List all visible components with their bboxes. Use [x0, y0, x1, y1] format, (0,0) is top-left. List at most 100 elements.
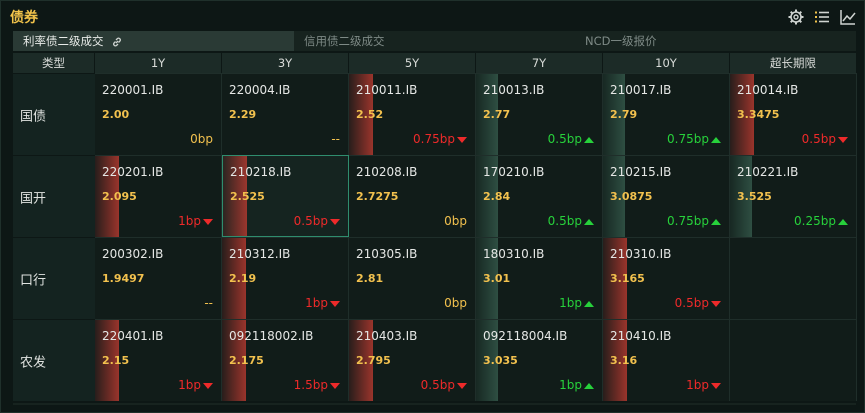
bond-code: 092118002.IB	[229, 329, 314, 343]
bond-cell[interactable]: 220001.IB 2.00 0bp	[95, 73, 222, 155]
arrow-up-icon	[584, 218, 594, 225]
bond-yield: 2.7275	[356, 190, 399, 203]
bond-cell[interactable]: 210305.IB 2.81 0bp	[349, 237, 476, 319]
arrow-down-icon	[838, 136, 848, 143]
tab-label: 信用债二级成交	[304, 34, 385, 48]
bond-yield: 2.795	[356, 354, 391, 367]
bond-cell[interactable]: 200302.IB 1.9497 --	[95, 237, 222, 319]
bond-yield: 2.77	[483, 108, 511, 121]
bond-change: 1bp	[178, 378, 213, 392]
bond-cell[interactable]: 210221.IB 3.525 0.25bp	[730, 155, 857, 237]
bond-cell[interactable]: 210403.IB 2.795 0.5bp	[349, 319, 476, 401]
change-value: 1bp	[559, 378, 582, 392]
bond-cell[interactable]: 210014.IB 3.3475 0.5bp	[730, 73, 857, 155]
bond-change: --	[331, 132, 340, 146]
bond-cell[interactable]: 210215.IB 3.0875 0.75bp	[603, 155, 730, 237]
change-value: 1bp	[178, 214, 201, 228]
change-value: --	[204, 296, 213, 310]
bond-code: 220001.IB	[102, 83, 164, 97]
bond-yield: 2.84	[483, 190, 511, 203]
bond-change: 0.5bp	[548, 132, 594, 146]
bond-cell[interactable]: 210017.IB 2.79 0.75bp	[603, 73, 730, 155]
bond-cell[interactable]: 210011.IB 2.52 0.75bp	[349, 73, 476, 155]
bond-yield: 3.16	[610, 354, 638, 367]
arrow-down-icon	[457, 136, 467, 143]
row-label: 国债	[13, 73, 95, 155]
bond-cell	[730, 237, 857, 319]
bond-change: 1bp	[178, 214, 213, 228]
tab-bar: 利率债二级成交 信用债二级成交 NCD一级报价	[13, 31, 856, 51]
bond-code: 210013.IB	[483, 83, 545, 97]
bond-cell[interactable]: 220201.IB 2.095 1bp	[95, 155, 222, 237]
column-header[interactable]: 1Y	[95, 53, 222, 73]
change-value: 1bp	[178, 378, 201, 392]
bond-yield: 3.3475	[737, 108, 780, 121]
column-header[interactable]: 5Y	[349, 53, 476, 73]
tab-rate-bond-secondary[interactable]: 利率债二级成交	[13, 31, 294, 51]
bond-change: 1bp	[559, 296, 594, 310]
bond-yield: 3.165	[610, 272, 645, 285]
bond-code: 180310.IB	[483, 247, 545, 261]
bond-cell[interactable]: 210218.IB 2.525 0.5bp	[222, 155, 349, 237]
change-value: 0.5bp	[547, 214, 582, 228]
bond-yield: 3.01	[483, 272, 511, 285]
bottom-divider	[13, 403, 856, 405]
bond-cell[interactable]: 092118004.IB 3.035 1bp	[476, 319, 603, 401]
change-value: 0bp	[190, 132, 213, 146]
bond-yield: 3.035	[483, 354, 518, 367]
bond-code: 210017.IB	[610, 83, 672, 97]
panel-title: 债券	[10, 10, 38, 26]
change-value: --	[331, 132, 340, 146]
bond-cell[interactable]: 210208.IB 2.7275 0bp	[349, 155, 476, 237]
bond-yield: 2.15	[102, 354, 130, 367]
bond-cell[interactable]: 180310.IB 3.01 1bp	[476, 237, 603, 319]
row-label: 农发	[13, 319, 95, 401]
bond-panel: 债券 利率债二级成交 信用债二级成交 NCD一级报价 类型 1Y 3Y 5Y 7…	[0, 0, 865, 413]
column-header[interactable]: 10Y	[603, 53, 730, 73]
row-label: 国开	[13, 155, 95, 237]
row-label: 口行	[13, 237, 95, 319]
list-icon[interactable]	[814, 9, 830, 25]
bond-cell[interactable]: 220401.IB 2.15 1bp	[95, 319, 222, 401]
bond-code: 092118004.IB	[483, 329, 568, 343]
bond-cell[interactable]: 210312.IB 2.19 1bp	[222, 237, 349, 319]
arrow-up-icon	[584, 136, 594, 143]
bond-yield: 3.525	[737, 190, 772, 203]
bond-change: 1bp	[686, 378, 721, 392]
arrow-down-icon	[203, 382, 213, 389]
arrow-up-icon	[584, 382, 594, 389]
link-icon[interactable]	[111, 36, 123, 48]
bond-code: 210218.IB	[230, 165, 292, 179]
bond-code: 210208.IB	[356, 165, 418, 179]
arrow-down-icon	[330, 300, 340, 307]
change-value: 0.75bp	[667, 132, 709, 146]
arrow-down-icon	[457, 382, 467, 389]
chart-icon[interactable]	[840, 9, 856, 25]
column-header[interactable]: 7Y	[476, 53, 603, 73]
tab-credit-bond-secondary[interactable]: 信用债二级成交	[294, 31, 575, 51]
gear-icon[interactable]	[788, 9, 804, 25]
bond-code: 210215.IB	[610, 165, 672, 179]
bond-change: 1.5bp	[294, 378, 340, 392]
bond-cell[interactable]: 220004.IB 2.29 --	[222, 73, 349, 155]
bond-change: 0.75bp	[667, 132, 721, 146]
bond-cell[interactable]: 170210.IB 2.84 0.5bp	[476, 155, 603, 237]
bond-code: 210305.IB	[356, 247, 418, 261]
bond-cell[interactable]: 210310.IB 3.165 0.5bp	[603, 237, 730, 319]
bond-code: 210011.IB	[356, 83, 418, 97]
tab-ncd-primary-quote[interactable]: NCD一级报价	[575, 31, 856, 51]
bond-code: 220201.IB	[102, 165, 164, 179]
change-value: 0.5bp	[420, 378, 455, 392]
bond-change: 0.5bp	[548, 214, 594, 228]
column-header[interactable]: 3Y	[222, 53, 349, 73]
bond-cell[interactable]: 210410.IB 3.16 1bp	[603, 319, 730, 401]
column-header[interactable]: 超长期限	[730, 53, 857, 73]
bond-cell[interactable]: 210013.IB 2.77 0.5bp	[476, 73, 603, 155]
bond-code: 210312.IB	[229, 247, 291, 261]
arrow-up-icon	[711, 136, 721, 143]
change-value: 1bp	[559, 296, 582, 310]
bond-code: 210221.IB	[737, 165, 799, 179]
bond-grid: 类型 1Y 3Y 5Y 7Y 10Y 超长期限 国债 220001.IB 2.00 0bp 22000…	[13, 53, 857, 401]
bond-yield: 2.52	[356, 108, 384, 121]
bond-cell[interactable]: 092118002.IB 2.175 1.5bp	[222, 319, 349, 401]
